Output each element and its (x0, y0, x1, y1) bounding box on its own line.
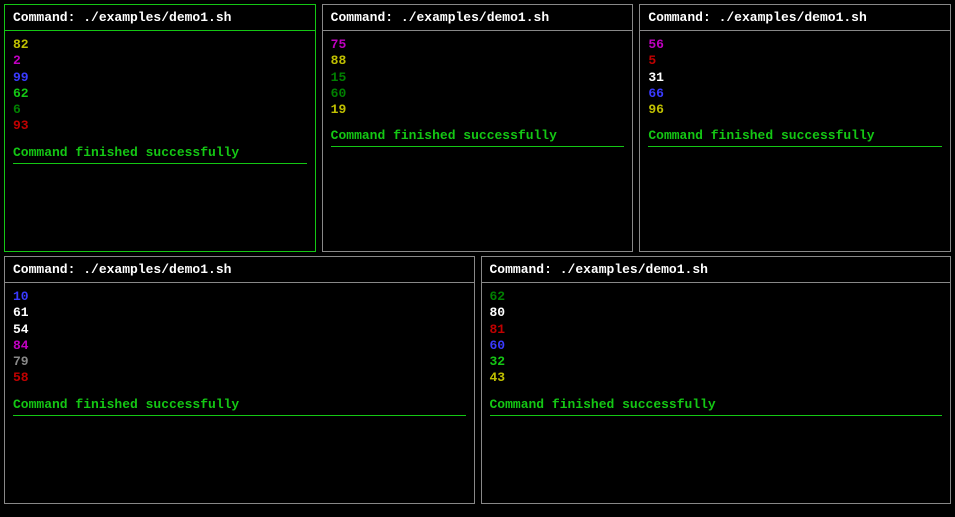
terminal-pane[interactable]: Command: ./examples/demo1.sh 565316696 Co… (639, 4, 951, 252)
output-line: 60 (331, 86, 625, 102)
output-line: 75 (331, 37, 625, 53)
output-line: 61 (13, 305, 466, 321)
pane-header: Command: ./examples/demo1.sh (5, 257, 474, 283)
command-label: Command: (648, 10, 718, 25)
pane-row-top: Command: ./examples/demo1.sh 8229962693 C… (0, 0, 955, 254)
output-line: 62 (490, 289, 943, 305)
status-text: Command finished successfully (13, 145, 307, 160)
output-line: 19 (331, 102, 625, 118)
status-divider (648, 146, 942, 147)
output-line: 60 (490, 338, 943, 354)
command-label: Command: (331, 10, 401, 25)
status-block: Command finished successfully (331, 128, 625, 147)
terminal-pane[interactable]: Command: ./examples/demo1.sh 7588156019 C… (322, 4, 634, 252)
output-line: 58 (13, 370, 466, 386)
command-value: ./examples/demo1.sh (719, 10, 867, 25)
output-line: 99 (13, 70, 307, 86)
command-value: ./examples/demo1.sh (83, 262, 231, 277)
status-block: Command finished successfully (13, 397, 466, 416)
terminal-pane[interactable]: Command: ./examples/demo1.sh 62808160324… (481, 256, 952, 504)
command-label: Command: (13, 10, 83, 25)
terminal-pane[interactable]: Command: ./examples/demo1.sh 10615484795… (4, 256, 475, 504)
output-line: 15 (331, 70, 625, 86)
pane-header: Command: ./examples/demo1.sh (482, 257, 951, 283)
status-divider (13, 163, 307, 164)
output-line: 31 (648, 70, 942, 86)
output-line: 79 (13, 354, 466, 370)
status-text: Command finished successfully (490, 397, 943, 412)
output-line: 84 (13, 338, 466, 354)
output-line: 93 (13, 118, 307, 134)
command-label: Command: (13, 262, 83, 277)
output-line: 56 (648, 37, 942, 53)
command-label: Command: (490, 262, 560, 277)
pane-body: 106154847958 Command finished successfull… (5, 283, 474, 503)
pane-body: 8229962693 Command finished successfully (5, 31, 315, 251)
output-line: 43 (490, 370, 943, 386)
output-line: 88 (331, 53, 625, 69)
output-line: 2 (13, 53, 307, 69)
output-line: 80 (490, 305, 943, 321)
status-text: Command finished successfully (13, 397, 466, 412)
output-line: 5 (648, 53, 942, 69)
status-block: Command finished successfully (648, 128, 942, 147)
output-line: 10 (13, 289, 466, 305)
status-text: Command finished successfully (648, 128, 942, 143)
pane-row-bottom: Command: ./examples/demo1.sh 10615484795… (0, 254, 955, 508)
command-value: ./examples/demo1.sh (560, 262, 708, 277)
status-block: Command finished successfully (13, 145, 307, 164)
pane-header: Command: ./examples/demo1.sh (640, 5, 950, 31)
pane-body: 7588156019 Command finished successfully (323, 31, 633, 251)
output-line: 62 (13, 86, 307, 102)
command-value: ./examples/demo1.sh (83, 10, 231, 25)
output-line: 6 (13, 102, 307, 118)
pane-header: Command: ./examples/demo1.sh (323, 5, 633, 31)
status-text: Command finished successfully (331, 128, 625, 143)
status-block: Command finished successfully (490, 397, 943, 416)
status-divider (331, 146, 625, 147)
pane-body: 565316696 Command finished successfully (640, 31, 950, 251)
terminal-pane[interactable]: Command: ./examples/demo1.sh 8229962693 C… (4, 4, 316, 252)
output-line: 66 (648, 86, 942, 102)
output-line: 82 (13, 37, 307, 53)
pane-body: 628081603243 Command finished successfull… (482, 283, 951, 503)
command-value: ./examples/demo1.sh (401, 10, 549, 25)
pane-header: Command: ./examples/demo1.sh (5, 5, 315, 31)
status-divider (490, 415, 943, 416)
output-line: 96 (648, 102, 942, 118)
output-line: 54 (13, 322, 466, 338)
status-divider (13, 415, 466, 416)
output-line: 32 (490, 354, 943, 370)
output-line: 81 (490, 322, 943, 338)
